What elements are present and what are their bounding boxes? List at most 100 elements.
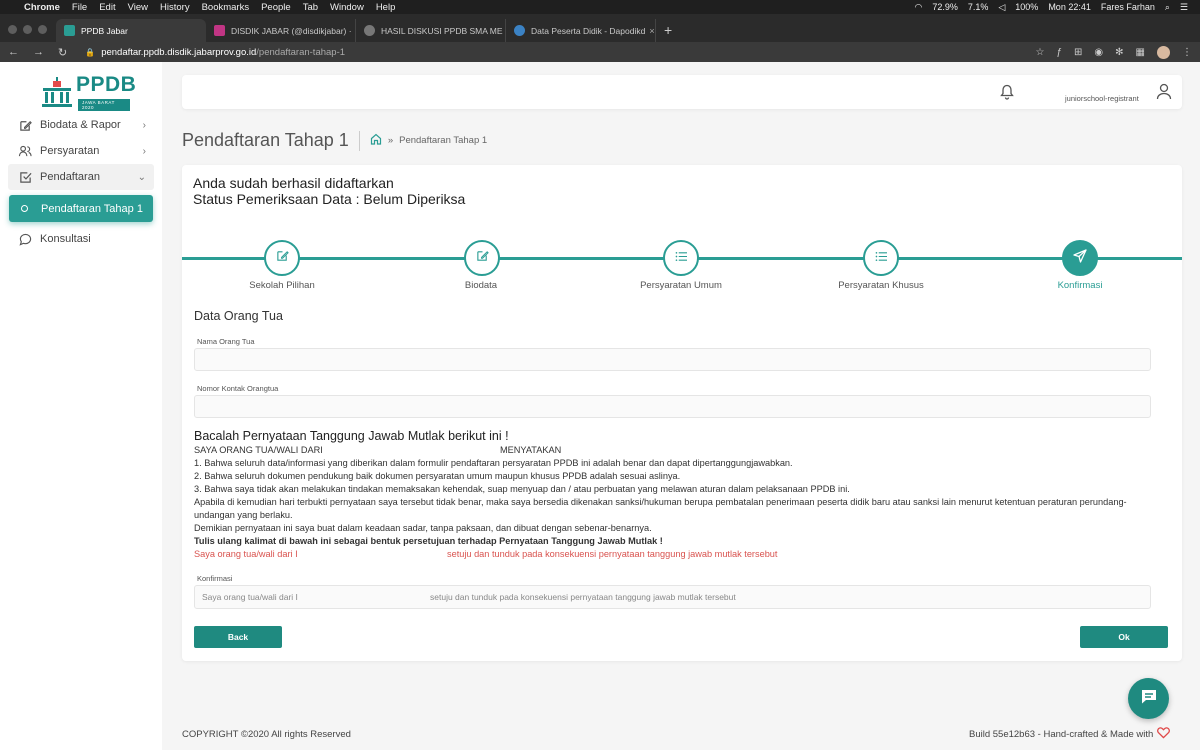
konfirmasi-label: Konfirmasi [197, 574, 233, 583]
new-tab-button[interactable]: + [656, 22, 680, 42]
more-icon[interactable]: ⋮ [1182, 47, 1192, 58]
menu-tab[interactable]: Tab [303, 2, 318, 13]
nomor-kontak-field[interactable] [194, 395, 1151, 418]
edit-icon [476, 249, 489, 267]
edit-icon [276, 249, 289, 267]
step-persyaratan-umum[interactable] [663, 240, 699, 276]
step-biodata[interactable] [464, 240, 500, 276]
page-header: Pendaftaran Tahap 1 » Pendaftaran Tahap … [182, 130, 487, 151]
sidebar-item-biodata[interactable]: Biodata & Rapor › [18, 114, 158, 136]
url-field[interactable]: 🔒 pendaftar.ppdb.disdik.jabarprov.go.id /… [85, 47, 345, 58]
tab-favicon [514, 25, 525, 36]
statement-instruction: Tulis ulang kalimat di bawah ini sebagai… [194, 536, 663, 546]
url-domain: pendaftar.ppdb.disdik.jabarprov.go.id [101, 46, 257, 58]
step-label-persyaratan-khusus: Persyaratan Khusus [838, 280, 924, 291]
statement-closing: Demikian pernyataan ini saya buat dalam … [194, 523, 652, 533]
chat-fab-button[interactable] [1128, 678, 1169, 719]
statement-intro-row: SAYA ORANG TUA/WALI DARI MENYATAKAN [194, 444, 1154, 457]
statement-block: Bacalah Pernyataan Tanggung Jawab Mutlak… [194, 428, 1154, 561]
browser-tab-hasil-diskusi[interactable]: HASIL DISKUSI PPDB SMA ME × [356, 19, 506, 42]
list-icon[interactable]: ☰ [1180, 2, 1188, 13]
sidebar-item-persyaratan[interactable]: Persyaratan › [18, 140, 158, 162]
home-icon[interactable] [370, 133, 382, 148]
step-persyaratan-khusus[interactable] [863, 240, 899, 276]
ppdb-logo[interactable]: PPDB JAWA BARAT 2020 [40, 72, 136, 112]
username[interactable]: juniorschool-registrant [1065, 94, 1139, 103]
main-card: Anda sudah berhasil didaftarkan Status P… [182, 165, 1182, 661]
extension-icon[interactable]: ƒ [1056, 47, 1062, 58]
browser-tab-instagram[interactable]: DISDIK JABAR (@disdikjabar) · × [206, 19, 356, 42]
step-label-konfirmasi: Konfirmasi [1057, 280, 1103, 291]
search-icon[interactable]: ⌕ [1165, 2, 1170, 13]
nama-orang-tua-field[interactable] [194, 348, 1151, 371]
menu-help[interactable]: Help [376, 2, 396, 13]
translate-icon[interactable]: ⊞ [1074, 47, 1082, 58]
footer-copyright: COPYRIGHT ©2020 All rights Reserved [182, 729, 351, 740]
chevron-right-icon: › [142, 119, 146, 131]
sidebar-item-konsultasi[interactable]: Konsultasi [18, 228, 158, 250]
nomor-kontak-label: Nomor Kontak Orangtua [197, 384, 279, 393]
sidebar-item-pendaftaran-tahap-1[interactable]: Pendaftaran Tahap 1 [9, 195, 153, 222]
step-konfirmasi[interactable] [1062, 240, 1098, 276]
step-label-biodata: Biodata [464, 280, 498, 291]
konfirmasi-field[interactable]: Saya orang tua/wali dari I setuju dan tu… [194, 585, 1151, 609]
breadcrumb-current: Pendaftaran Tahap 1 [399, 135, 488, 146]
browser-toolbar-icons: ☆ ƒ ⊞ ◉ ✻ ▦ ⋮ [1036, 45, 1192, 59]
back-arrow-icon[interactable]: ← [8, 46, 19, 58]
extension-icon-2[interactable]: ◉ [1094, 47, 1103, 58]
statement-point-3: 3. Bahwa saya tidak akan melakukan tinda… [194, 484, 850, 494]
breadcrumb: » Pendaftaran Tahap 1 [370, 133, 487, 148]
profile-avatar[interactable] [1157, 45, 1170, 59]
clock[interactable]: Mon 22:41 [1048, 2, 1091, 12]
browser-tab-dapodik[interactable]: Data Peserta Didik - Dapodikd × [506, 19, 656, 42]
star-icon[interactable]: ☆ [1036, 47, 1045, 58]
tab-favicon [364, 25, 375, 36]
volume-icon[interactable]: ◁ [998, 2, 1005, 13]
sidebar-item-pendaftaran[interactable]: Pendaftaran ⌄ [18, 166, 158, 188]
statement-heading: Bacalah Pernyataan Tanggung Jawab Mutlak… [194, 429, 509, 443]
footer-build-text: Build 55e12b63 - Hand-crafted & Made wit… [969, 729, 1154, 740]
menu-file[interactable]: File [72, 2, 87, 13]
close-icon[interactable]: × [645, 26, 654, 36]
close-window-button[interactable] [8, 25, 17, 34]
menu-history[interactable]: History [160, 2, 190, 13]
menu-people[interactable]: People [261, 2, 291, 13]
nama-orang-tua-label: Nama Orang Tua [197, 337, 255, 346]
status-line-2: Status Pemeriksaan Data : Belum Diperiks… [193, 191, 466, 207]
menu-app-name[interactable]: Chrome [24, 2, 60, 13]
menu-view[interactable]: View [128, 2, 148, 13]
edit-icon [18, 119, 32, 132]
sidebar-item-label: Konsultasi [40, 233, 91, 245]
browser-tab-ppdb[interactable]: PPDB Jabar [56, 19, 206, 42]
macos-menubar: Chrome File Edit View History Bookmarks … [0, 0, 1200, 14]
agreement-text-part-2: setuju dan tunduk pada konsekuensi perny… [447, 549, 778, 559]
puzzle-icon[interactable]: ▦ [1136, 47, 1145, 58]
chat-icon [18, 233, 32, 246]
step-sekolah-pilihan[interactable] [264, 240, 300, 276]
heart-icon [1157, 727, 1171, 742]
sidebar-item-label: Biodata & Rapor [40, 119, 121, 131]
menu-window[interactable]: Window [330, 2, 364, 13]
statement-saya: SAYA ORANG TUA/WALI DARI [194, 445, 323, 455]
circle-icon [21, 205, 28, 212]
users-icon [18, 145, 32, 158]
reload-icon[interactable]: ↻ [58, 46, 67, 59]
browser-tabbar: PPDB Jabar DISDIK JABAR (@disdikjabar) ·… [0, 14, 1200, 42]
minimize-window-button[interactable] [23, 25, 32, 34]
statement-agreement-text: Saya orang tua/wali dari I setuju dan tu… [194, 548, 1154, 561]
ok-button[interactable]: Ok [1080, 626, 1168, 648]
zoom-window-button[interactable] [38, 25, 47, 34]
menu-bookmarks[interactable]: Bookmarks [202, 2, 250, 13]
user-name[interactable]: Fares Farhan [1101, 2, 1155, 12]
back-button[interactable]: Back [194, 626, 282, 648]
bell-icon[interactable] [1000, 84, 1014, 105]
sidebar-item-label: Pendaftaran Tahap 1 [41, 202, 143, 215]
user-icon[interactable] [1156, 83, 1172, 105]
forward-arrow-icon[interactable]: → [33, 46, 44, 58]
battery-percent: 100% [1015, 2, 1039, 12]
step-label-sekolah-pilihan: Sekolah Pilihan [249, 280, 315, 291]
tab-favicon [64, 25, 75, 36]
wifi-icon[interactable]: ◠ [914, 2, 922, 13]
menu-edit[interactable]: Edit [99, 2, 115, 13]
gear-icon[interactable]: ✻ [1115, 47, 1123, 58]
